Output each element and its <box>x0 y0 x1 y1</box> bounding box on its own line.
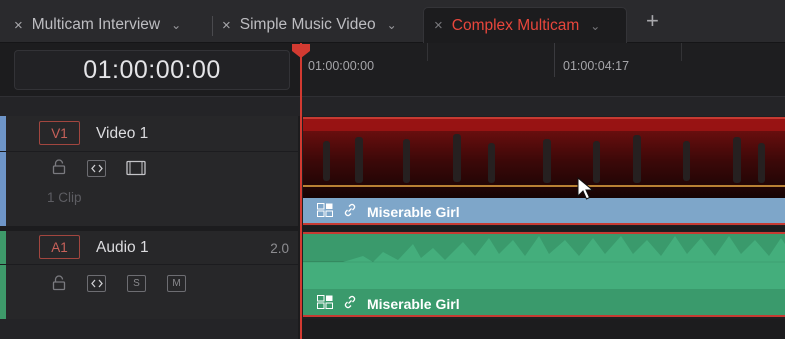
tab-label: Multicam Interview <box>31 16 161 33</box>
clip-label: Miserable Girl <box>317 203 460 220</box>
clip-count: 1 Clip <box>47 190 82 205</box>
audio-clip[interactable]: Miserable Girl <box>303 232 785 317</box>
clip-name: Miserable Girl <box>367 203 460 220</box>
lock-icon[interactable] <box>52 275 66 294</box>
clip-label: Miserable Girl <box>317 295 460 312</box>
tab-complex-multicam[interactable]: × Complex Multicam ⌄ <box>423 7 627 43</box>
clip-thumbnails <box>303 119 785 198</box>
chevron-down-icon[interactable]: ⌄ <box>171 18 181 32</box>
track-tag-a1[interactable]: A1 <box>39 235 80 259</box>
lock-icon[interactable] <box>52 159 66 178</box>
track-spacer <box>0 96 785 116</box>
auto-select-icon[interactable] <box>87 160 106 177</box>
divider <box>0 96 785 97</box>
multicam-icon <box>317 295 333 312</box>
link-icon <box>343 295 357 312</box>
mute-button[interactable]: M <box>167 275 186 292</box>
tab-divider <box>212 16 213 36</box>
film-icon[interactable] <box>126 160 146 179</box>
solo-button[interactable]: S <box>127 275 146 292</box>
track-name[interactable]: Video 1 <box>96 125 148 143</box>
link-icon <box>343 203 357 220</box>
playhead-line[interactable] <box>300 43 302 339</box>
tab-label: Complex Multicam <box>451 16 580 34</box>
chevron-down-icon[interactable]: ⌄ <box>387 18 397 32</box>
track-color-strip <box>0 116 6 226</box>
timecode-display[interactable]: 01:00:00:00 <box>14 50 290 90</box>
track-header-spacer <box>0 319 298 339</box>
tab-simple-music-video[interactable]: × Simple Music Video ⌄ <box>222 7 397 43</box>
track-color-strip <box>0 231 6 319</box>
timecode-value: 01:00:00:00 <box>83 55 221 84</box>
tab-label: Simple Music Video <box>239 16 376 33</box>
close-icon[interactable]: × <box>222 17 231 34</box>
tab-multicam-interview[interactable]: × Multicam Interview ⌄ <box>14 7 181 43</box>
multicam-icon <box>317 203 333 220</box>
clip-name: Miserable Girl <box>367 295 460 312</box>
timeline-tab-bar: × Multicam Interview ⌄ × Simple Music Vi… <box>0 0 785 43</box>
divider <box>0 264 298 265</box>
mouse-cursor-icon <box>577 177 594 200</box>
ruler-label: 01:00:00:00 <box>308 59 375 73</box>
close-icon[interactable]: × <box>14 17 23 34</box>
ruler-tick <box>554 43 555 77</box>
track-name[interactable]: Audio 1 <box>96 239 149 257</box>
timeline-ruler[interactable]: 01:00:00:00 01:00:04:17 <box>300 43 785 96</box>
divider <box>0 151 298 152</box>
close-icon[interactable]: × <box>434 17 443 34</box>
track-tag-v1[interactable]: V1 <box>39 121 80 145</box>
ruler-label: 01:00:04:17 <box>563 59 630 73</box>
video-clip[interactable]: Miserable Girl <box>303 117 785 225</box>
ruler-tick <box>681 43 682 61</box>
playhead-handle-icon[interactable] <box>291 43 311 59</box>
track-header-audio-1[interactable]: A1 Audio 1 2.0 S M <box>0 231 298 319</box>
audio-waveform <box>303 236 785 289</box>
channel-format: 2.0 <box>270 241 289 256</box>
chevron-down-icon[interactable]: ⌄ <box>590 19 600 33</box>
add-timeline-icon[interactable]: + <box>646 10 659 32</box>
track-header-video-1[interactable]: V1 Video 1 1 Clip <box>0 116 298 226</box>
auto-select-icon[interactable] <box>87 275 106 292</box>
ruler-tick <box>427 43 428 61</box>
